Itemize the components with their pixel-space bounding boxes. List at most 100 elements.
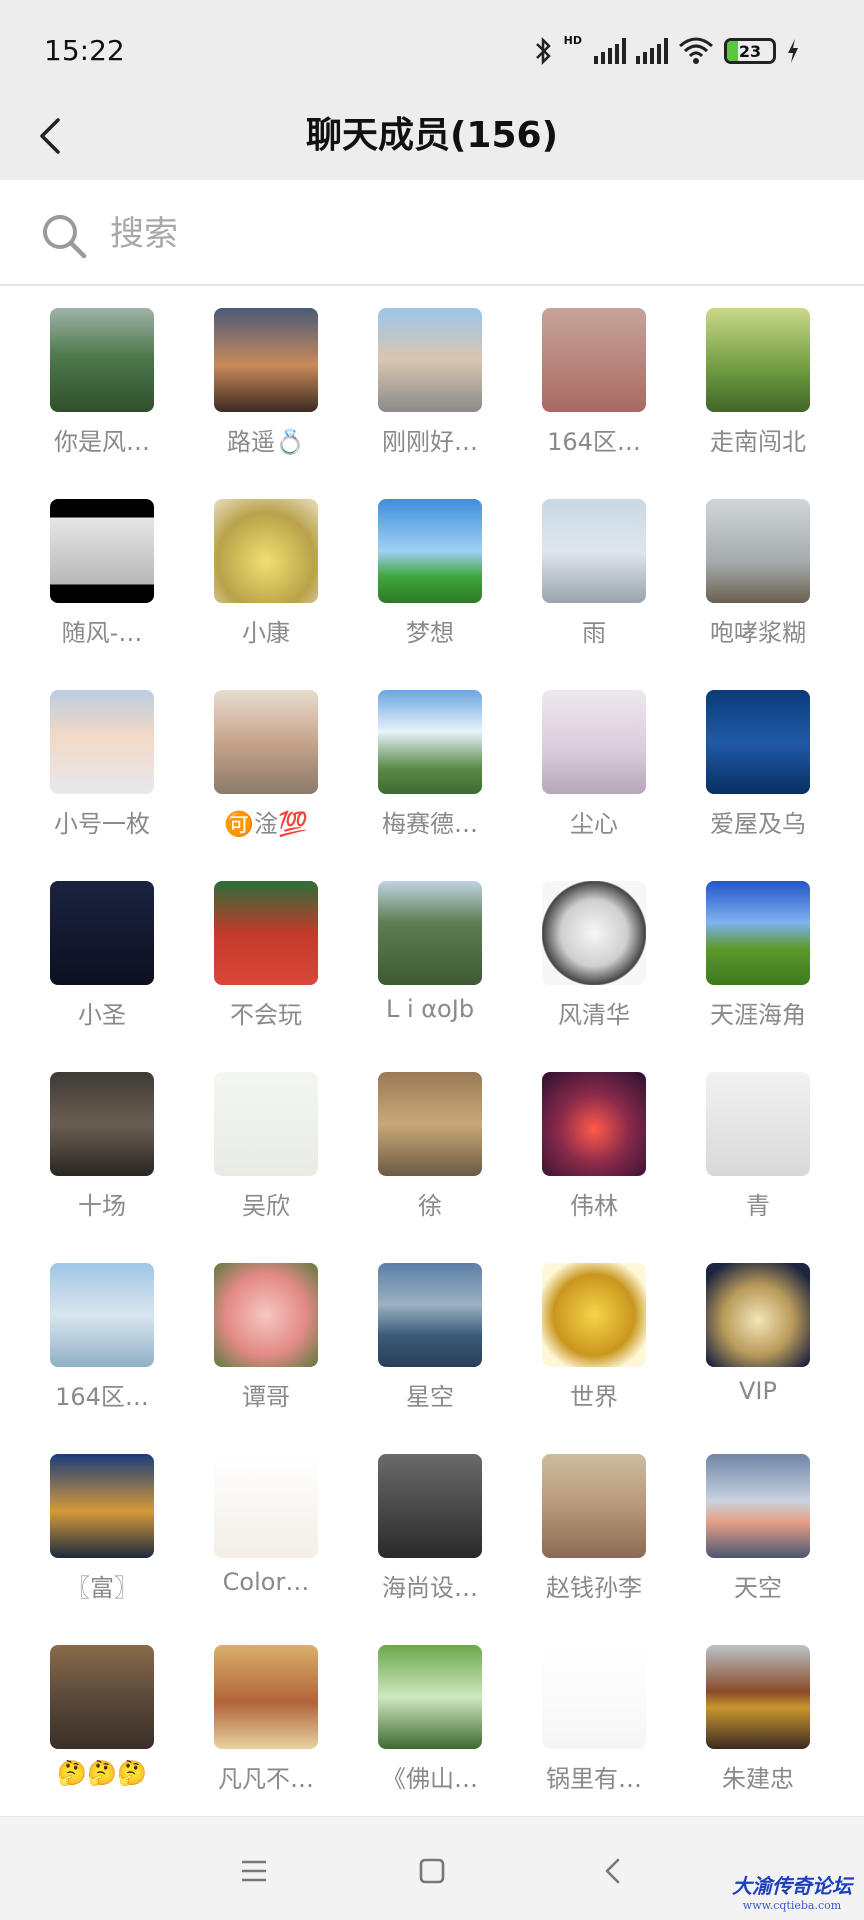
member-name: 刚刚好…	[382, 428, 478, 456]
member-avatar[interactable]	[706, 1454, 810, 1558]
member-item[interactable]: 十场	[20, 1072, 184, 1263]
bluetooth-icon	[535, 36, 551, 66]
member-item[interactable]: 〖富〗	[20, 1454, 184, 1645]
member-item[interactable]: 凡凡不…	[184, 1645, 348, 1836]
member-item[interactable]: 小号一枚	[20, 690, 184, 881]
member-item[interactable]: 🤔🤔🤔	[20, 1645, 184, 1836]
member-avatar[interactable]	[706, 499, 810, 603]
member-name: 《佛山…	[382, 1765, 478, 1793]
member-item[interactable]: VIP	[676, 1263, 840, 1454]
member-avatar[interactable]	[542, 1454, 646, 1558]
member-item[interactable]: 164区…	[512, 308, 676, 499]
member-item[interactable]: 世界	[512, 1263, 676, 1454]
member-avatar[interactable]	[214, 1072, 318, 1176]
member-avatar[interactable]	[214, 1645, 318, 1749]
member-avatar[interactable]	[50, 690, 154, 794]
member-name: 梅赛德…	[382, 810, 478, 838]
member-avatar[interactable]	[706, 1645, 810, 1749]
member-avatar[interactable]	[542, 499, 646, 603]
member-name: Color…	[222, 1568, 310, 1596]
search-input[interactable]	[110, 204, 810, 264]
member-name: 你是风…	[54, 428, 150, 456]
member-avatar[interactable]	[214, 690, 318, 794]
member-grid: 你是风… 路遥💍 刚刚好… 164区… 走南闯北随风-… 小康 梦想 雨 咆哮浆糊小号一枚 🉑淦💯…	[0, 308, 864, 1808]
member-avatar[interactable]	[378, 1072, 482, 1176]
member-avatar[interactable]	[378, 308, 482, 412]
member-avatar[interactable]	[706, 1072, 810, 1176]
member-avatar[interactable]	[50, 308, 154, 412]
home-icon[interactable]	[412, 1851, 452, 1891]
member-item[interactable]: 小康	[184, 499, 348, 690]
member-name: 走南闯北	[710, 428, 806, 456]
member-item[interactable]: Color…	[184, 1454, 348, 1645]
member-item[interactable]: 小圣	[20, 881, 184, 1072]
member-avatar[interactable]	[706, 1263, 810, 1367]
member-item[interactable]: 朱建忠	[676, 1645, 840, 1836]
member-avatar[interactable]	[542, 1263, 646, 1367]
member-avatar[interactable]	[378, 499, 482, 603]
member-avatar[interactable]	[50, 1072, 154, 1176]
member-avatar[interactable]	[378, 881, 482, 985]
member-avatar[interactable]	[50, 499, 154, 603]
member-avatar[interactable]	[50, 881, 154, 985]
member-item[interactable]: 路遥💍	[184, 308, 348, 499]
member-name: 小圣	[78, 1001, 126, 1029]
member-item[interactable]: 咆哮浆糊	[676, 499, 840, 690]
member-avatar[interactable]	[378, 1263, 482, 1367]
member-avatar[interactable]	[378, 1645, 482, 1749]
back-nav-icon[interactable]	[594, 1851, 634, 1891]
member-item[interactable]: 随风-…	[20, 499, 184, 690]
member-item[interactable]: 梅赛德…	[348, 690, 512, 881]
member-avatar[interactable]	[214, 308, 318, 412]
member-name: 雨	[582, 619, 606, 647]
member-avatar[interactable]	[542, 690, 646, 794]
member-item[interactable]: 谭哥	[184, 1263, 348, 1454]
member-avatar[interactable]	[378, 690, 482, 794]
member-item[interactable]: 吴欣	[184, 1072, 348, 1263]
member-avatar[interactable]	[542, 1072, 646, 1176]
member-item[interactable]: 赵钱孙李	[512, 1454, 676, 1645]
member-item[interactable]: 走南闯北	[676, 308, 840, 499]
member-item[interactable]: 锅里有…	[512, 1645, 676, 1836]
member-item[interactable]: 星空	[348, 1263, 512, 1454]
member-item[interactable]: 徐	[348, 1072, 512, 1263]
member-name: 不会玩	[230, 1001, 302, 1029]
member-avatar[interactable]	[706, 690, 810, 794]
member-name: 吴欣	[242, 1192, 290, 1220]
member-item[interactable]: 天涯海角	[676, 881, 840, 1072]
member-avatar[interactable]	[214, 499, 318, 603]
member-item[interactable]: 梦想	[348, 499, 512, 690]
member-name: 天涯海角	[710, 1001, 806, 1029]
member-item[interactable]: 雨	[512, 499, 676, 690]
menu-icon[interactable]	[234, 1851, 274, 1891]
member-item[interactable]: 🉑淦💯	[184, 690, 348, 881]
member-avatar[interactable]	[214, 1454, 318, 1558]
member-avatar[interactable]	[50, 1645, 154, 1749]
member-item[interactable]: 青	[676, 1072, 840, 1263]
member-avatar[interactable]	[542, 881, 646, 985]
member-item[interactable]: 风清华	[512, 881, 676, 1072]
member-avatar[interactable]	[214, 1263, 318, 1367]
member-avatar[interactable]	[706, 881, 810, 985]
member-avatar[interactable]	[378, 1454, 482, 1558]
member-item[interactable]: 不会玩	[184, 881, 348, 1072]
member-item[interactable]: 爱屋及乌	[676, 690, 840, 881]
member-item[interactable]: 天空	[676, 1454, 840, 1645]
member-item[interactable]: 《佛山…	[348, 1645, 512, 1836]
member-avatar[interactable]	[214, 881, 318, 985]
member-item[interactable]: L i αoJb	[348, 881, 512, 1072]
member-avatar[interactable]	[706, 308, 810, 412]
member-avatar[interactable]	[542, 1645, 646, 1749]
member-item[interactable]: 伟林	[512, 1072, 676, 1263]
member-avatar[interactable]	[542, 308, 646, 412]
member-name: 十场	[78, 1192, 126, 1220]
member-item[interactable]: 你是风…	[20, 308, 184, 499]
member-avatar[interactable]	[50, 1263, 154, 1367]
member-name: 尘心	[570, 810, 618, 838]
member-item[interactable]: 尘心	[512, 690, 676, 881]
watermark: 大渝传奇论坛 www.cqtieba.com	[732, 1870, 852, 1912]
member-avatar[interactable]	[50, 1454, 154, 1558]
member-item[interactable]: 海尚设…	[348, 1454, 512, 1645]
member-item[interactable]: 刚刚好…	[348, 308, 512, 499]
member-item[interactable]: 164区…	[20, 1263, 184, 1454]
